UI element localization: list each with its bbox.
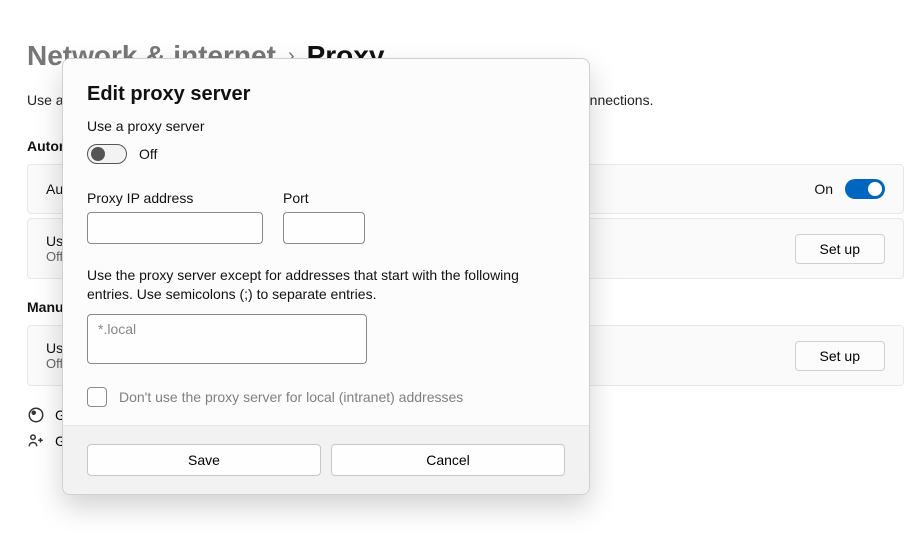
save-button[interactable]: Save (87, 444, 321, 476)
use-proxy-label: Use a proxy server (87, 118, 565, 134)
cancel-button[interactable]: Cancel (331, 444, 565, 476)
dialog-footer: Save Cancel (63, 425, 589, 494)
exceptions-description: Use the proxy server except for addresse… (87, 266, 565, 304)
port-label: Port (283, 190, 365, 206)
edit-proxy-dialog: Edit proxy server Use a proxy server Off… (62, 58, 590, 495)
ip-label: Proxy IP address (87, 190, 263, 206)
dialog-title: Edit proxy server (87, 83, 565, 106)
toggle-status: On (814, 181, 833, 197)
proxy-ip-input[interactable] (87, 212, 263, 244)
proxy-port-input[interactable] (283, 212, 365, 244)
exceptions-input[interactable] (87, 314, 367, 364)
toggle-state-label: Off (139, 146, 157, 162)
bypass-local-label: Don't use the proxy server for local (in… (119, 389, 463, 405)
use-proxy-toggle[interactable] (87, 144, 127, 164)
bypass-local-checkbox[interactable] (87, 387, 107, 407)
auto-detect-toggle[interactable] (845, 179, 885, 199)
setup-script-button[interactable]: Set up (795, 234, 885, 264)
manual-setup-button[interactable]: Set up (795, 341, 885, 371)
feedback-icon (27, 432, 45, 450)
help-icon (27, 406, 45, 424)
